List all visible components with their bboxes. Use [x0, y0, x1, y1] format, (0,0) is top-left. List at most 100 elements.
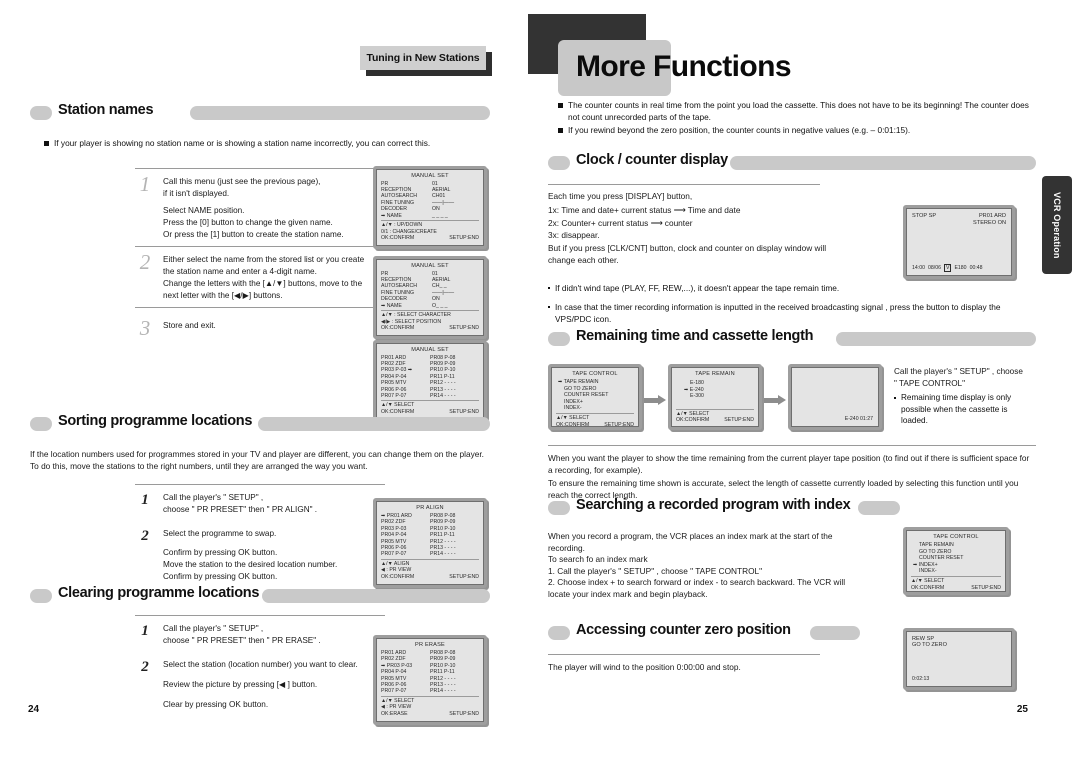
section-heading-clearing: Clearing programme locations [30, 585, 490, 607]
step-line: Call the player's " SETUP" , [163, 493, 264, 502]
text-line: 3x: disappear. [548, 229, 600, 240]
step-line: Review the picture by pressing [◀ ] butt… [163, 680, 318, 689]
osd-title: TAPE CONTROL [572, 371, 618, 377]
intro-bullet: If your player is showing no station nam… [44, 138, 490, 150]
step-2: 2 Select the programme to swap. Confirm … [135, 521, 385, 588]
osd-item: COUNTER RESET [919, 555, 964, 562]
osd-pr-erase: PR ERASE PR01 ARD PR08 P-08 PR02 ZDF PR09 … [373, 635, 487, 725]
osd-audio-mode: STEREO ON [973, 220, 1006, 226]
heading-bar [258, 417, 490, 431]
step-3: 3 Store and exit. [135, 308, 385, 343]
side-note-line: Call the player's " SETUP" , choose [894, 367, 1023, 376]
step-2: 2 Either select the name from the stored… [135, 247, 385, 307]
step-body: Call this menu (just see the previous pa… [163, 174, 344, 241]
osd-item: ➡ E-240 [684, 386, 704, 393]
osd-foot-right: SETUP:END [449, 574, 479, 581]
osd-item: E-180 [690, 380, 704, 386]
station-names-steps: 1 Call this menu (just see the previous … [135, 167, 385, 343]
section-remaining-time: Remaining time and cassette length TAPE … [548, 328, 1036, 501]
page-number-left: 24 [28, 704, 40, 715]
top-bullet: The counter counts in real time from the… [558, 100, 1036, 123]
section-divider [548, 654, 820, 655]
step-line: Press the [0] button to change the given… [163, 217, 333, 227]
osd-hint: 0/1 : CHANGE/CREATE [381, 228, 437, 235]
osd-foot-left: OK:CONFIRM [381, 235, 415, 242]
section-accessing-zero: Accessing counter zero position The play… [548, 622, 1036, 690]
step-line: the station name and enter a 4-digit nam… [163, 266, 317, 276]
heading-label: Sorting programme locations [58, 413, 253, 429]
square-bullet-icon [44, 141, 49, 146]
step-number: 1 [141, 623, 149, 639]
step-1: 1 Call the player's " SETUP" , choose " … [135, 485, 385, 521]
heading-bar [836, 332, 1036, 346]
section-heading-station-names: Station names [30, 102, 490, 124]
side-tab-label: VCR Operation [1052, 191, 1062, 259]
step-line: Change the letters with the [▲/▼] button… [163, 278, 363, 288]
osd-item: GO TO ZERO [564, 385, 597, 392]
step-number: 1 [139, 171, 151, 196]
heading-bar [810, 626, 860, 640]
osd-hint: ◀ : PR VIEW [381, 704, 412, 711]
osd-date: 08/06 [927, 265, 941, 271]
step-line: choose " PR PRESET" then " PR ERASE" . [163, 636, 321, 645]
step-body: Select the station (location number) you… [163, 657, 358, 711]
step-body: Call the player's " SETUP" , choose " PR… [163, 621, 321, 647]
osd-status-display: STOP SP PR01 ARD STEREO ON 14:00 08/06 V… [903, 205, 1015, 279]
osd-item: TAPE REMAIN [919, 542, 954, 548]
section-divider [548, 445, 1036, 446]
osd-foot-left: OK:CONFIRM [556, 421, 590, 428]
step-line: Call the player's " SETUP" , [163, 624, 264, 633]
osd-function-label: GO TO ZERO [912, 642, 947, 648]
osd-pr-align: PR ALIGN ➡ PR01 ARD PR08 P-08 PR02 ZDF PR0… [373, 498, 487, 588]
osd-foot-left: OK:ERASE [381, 711, 408, 718]
step-line: Select NAME position. [163, 205, 245, 215]
osd-item: INDEX+ [564, 398, 583, 405]
dot-bullet-icon [548, 306, 550, 308]
step-line: Move the station to the desired location… [163, 560, 338, 569]
osd-hint: ▲/▼ : UP/DOWN [381, 221, 423, 228]
section-clearing-programme-locations: Clearing programme locations 1 Call the … [30, 585, 490, 725]
top-bullets: The counter counts in real time from the… [558, 100, 1036, 137]
heading-chip-icon [548, 156, 570, 170]
step-line: Clear by pressing OK button. [163, 700, 269, 709]
heading-chip-icon [548, 626, 570, 640]
osd-title: MANUAL SET [411, 346, 449, 353]
step-line: Call this menu (just see the previous pa… [163, 176, 321, 186]
step-body: Store and exit. [163, 318, 216, 338]
osd-foot-right: SETUP:END [604, 421, 634, 428]
top-bullet-text: The counter counts in real time from the… [568, 100, 1029, 122]
step-line: next letter with the [◀/▶] buttons. [163, 290, 283, 300]
text-line: 1. Call the player's " SETUP" , choose "… [548, 565, 763, 576]
osd-hint: ▲/▼ : SELECT CHARACTER [381, 311, 451, 318]
side-tab-vcr-operation: VCR Operation [1042, 176, 1072, 274]
osd-list-row: PR07 P-07 PR14 - - - - [381, 551, 479, 557]
section-station-names: Station names If your player is showing … [30, 102, 490, 423]
osd-status-top: STOP SP PR01 ARD [912, 213, 1006, 219]
osd-footer: OK:CONFIRM SETUP:END [676, 417, 754, 424]
osd-foot-right: SETUP:END [449, 325, 479, 332]
heading-label: Clearing programme locations [58, 585, 260, 601]
osd-footer: OK:CONFIRM SETUP:END [556, 422, 634, 429]
osd-footer: OK:CONFIRM SETUP:END [381, 325, 479, 332]
heading-label: Remaining time and cassette length [576, 328, 814, 344]
dot-bullet-icon [894, 397, 896, 399]
osd-title: TAPE REMAIN [695, 371, 735, 377]
osd-row: ➡ NAME O_ _ _ [381, 303, 479, 309]
osd-foot-right: SETUP:END [724, 417, 754, 424]
osd-tape-length: E180 [954, 265, 967, 271]
osd-list-right: PR14 - - - - [430, 688, 456, 695]
dot-bullet-icon [548, 287, 550, 289]
text-line: When you record a program, the VCR place… [548, 531, 833, 553]
osd-list-left: PR07 P-07 [381, 688, 407, 695]
heading-label: Clock / counter display [576, 152, 728, 168]
square-bullet-icon [558, 128, 563, 133]
osd-list-left: PR07 P-07 [381, 392, 407, 399]
heading-chip-icon [548, 332, 570, 346]
osd-list-row: PR07 P-07 PR14 - - - - [381, 393, 479, 399]
step-line: if it isn't displayed. [163, 188, 230, 198]
searching-index-text: When you record a program, the VCR place… [548, 531, 848, 600]
step-1: 1 Call the player's " SETUP" , choose " … [135, 616, 385, 652]
osd-item: COUNTER RESET [564, 392, 609, 399]
side-note-bullet: Remaining time display is only possible … [894, 392, 1034, 427]
chapter-tab: Tuning in New Stations [360, 46, 492, 76]
